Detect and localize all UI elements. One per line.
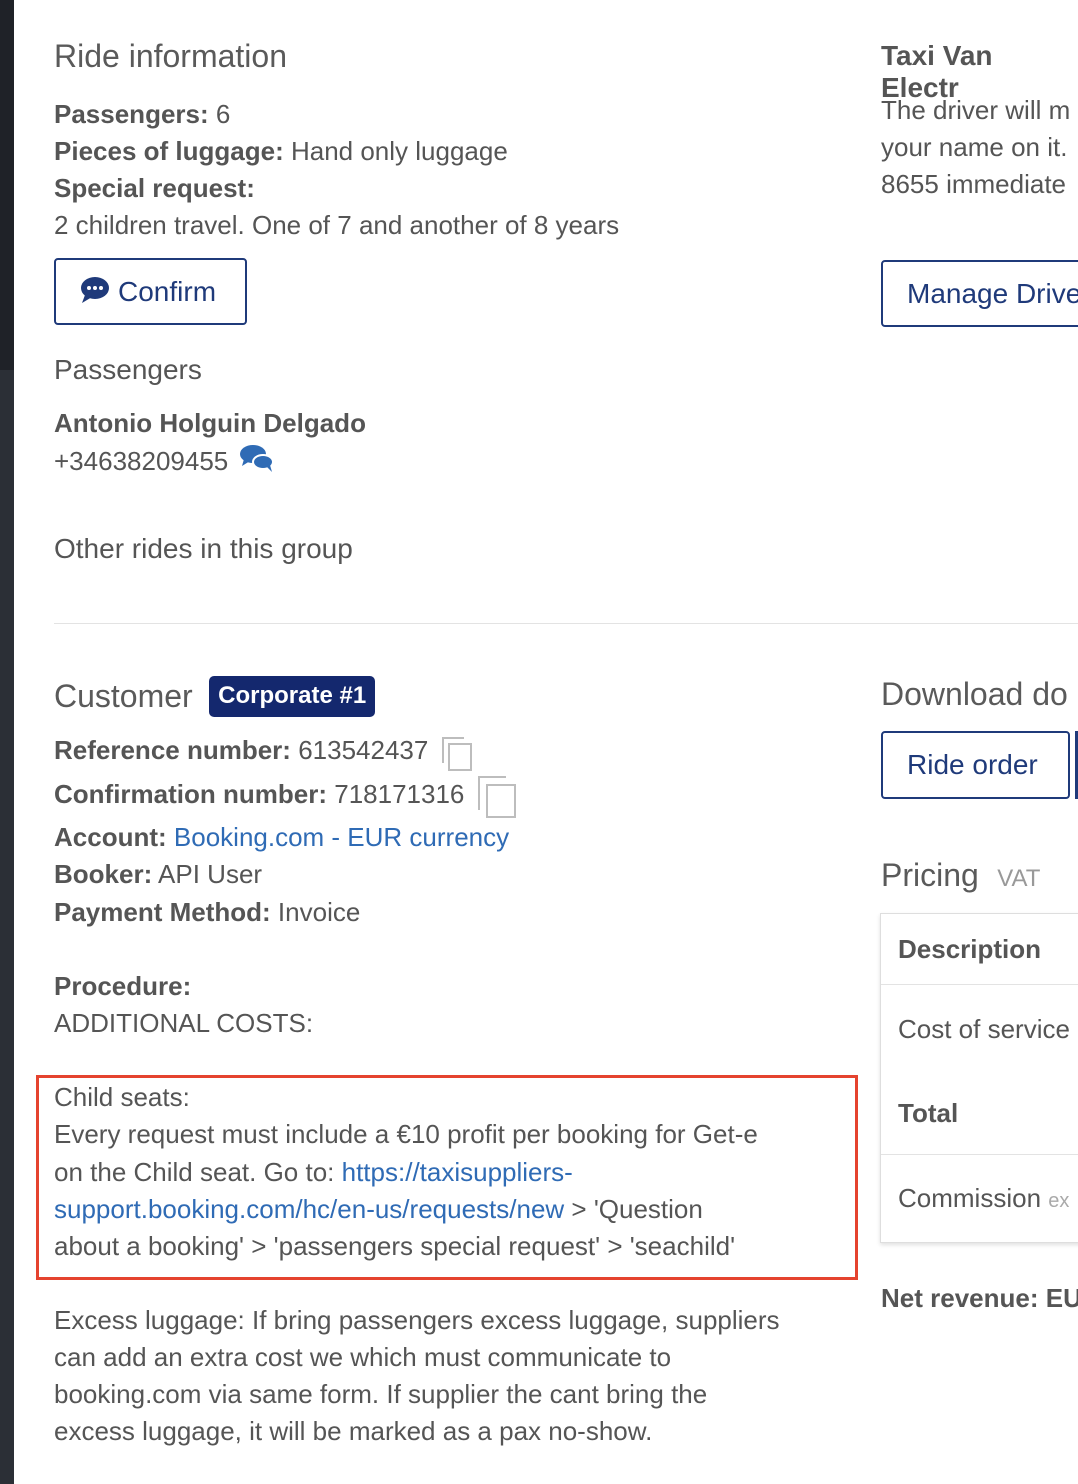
excess-luggage-line: can add an extra cost we which must comm…: [54, 1342, 672, 1372]
payment-label: Payment Method:: [54, 897, 271, 927]
commission-suffix: ex: [1048, 1190, 1070, 1212]
payment-row: Payment Method: Invoice: [54, 894, 360, 931]
reference-row: Reference number: 613542437: [54, 732, 472, 772]
passengers-count-row: Passengers: 6: [54, 96, 230, 133]
special-request-label: Special request:: [54, 173, 255, 203]
ride-info-title: Ride information: [54, 38, 287, 74]
table-header-description: Description: [898, 934, 1042, 964]
account-row: Account: Booking.com - EUR currency: [54, 819, 509, 856]
passengers-count-value: 6: [215, 99, 231, 129]
procedure-line: ADDITIONAL COSTS:: [54, 1008, 314, 1038]
excess-luggage-line: Excess luggage: If bring passengers exce…: [54, 1305, 780, 1335]
download-title: Download do: [881, 676, 1068, 712]
manage-driver-button[interactable]: Manage Drive: [881, 260, 1078, 327]
section-divider: [54, 623, 1078, 624]
customer-title: Customer: [54, 678, 193, 714]
total-label: Total: [898, 1098, 959, 1128]
table-row: Cost of service Total: [881, 985, 1078, 1155]
comments-icon[interactable]: [239, 443, 275, 483]
pricing-header: Pricing VAT: [881, 857, 1040, 894]
pricing-vat: VAT: [997, 865, 1041, 892]
pricing-table: Description Cost of service Total Commis…: [880, 913, 1078, 1243]
cost-of-service: Cost of service: [898, 1014, 1070, 1044]
luggage-row: Pieces of luggage: Hand only luggage: [54, 133, 508, 170]
excess-luggage-line: excess luggage, it will be marked as a p…: [54, 1416, 653, 1446]
commission-text: Commission: [898, 1183, 1042, 1213]
passengers-title: Passengers: [54, 354, 202, 385]
copy-icon[interactable]: [440, 735, 472, 772]
passenger-phone: +34638209455: [54, 446, 229, 476]
corporate-badge: Corporate #1: [209, 676, 376, 717]
account-link[interactable]: Booking.com - EUR currency: [174, 822, 509, 852]
commission-label: Commission ex: [898, 1183, 1069, 1214]
ride-order-button[interactable]: Ride order: [881, 731, 1070, 799]
confirm-button-label: Confirm: [118, 275, 217, 307]
luggage-value: Hand only luggage: [290, 136, 508, 166]
highlight-box: [36, 1075, 858, 1280]
sidebar-edge: [0, 0, 14, 1484]
excess-luggage-line: booking.com via same form. If supplier t…: [54, 1379, 708, 1409]
net-revenue: Net revenue: EU: [881, 1283, 1078, 1313]
table-row: Commission ex: [881, 1155, 1078, 1241]
pricing-title: Pricing: [881, 857, 979, 893]
payment-value: Invoice: [277, 897, 361, 927]
booker-row: Booker: API User: [54, 856, 262, 893]
other-rides-title: Other rides in this group: [54, 533, 353, 564]
procedure-label: Procedure:: [54, 971, 192, 1001]
reference-label: Reference number:: [54, 735, 291, 765]
booker-value: API User: [158, 859, 263, 889]
confirmation-label: Confirmation number:: [54, 778, 327, 809]
confirmation-value: 718171316: [334, 778, 465, 809]
account-label: Account:: [54, 822, 167, 852]
luggage-label: Pieces of luggage:: [54, 136, 284, 166]
table-header-row: Description: [881, 914, 1078, 985]
driver-info-line: your name on it.: [881, 132, 1068, 162]
copy-icon[interactable]: [476, 774, 518, 818]
special-request-value: 2 children travel. One of 7 and another …: [54, 210, 620, 240]
chat-bubble-icon: [80, 276, 110, 311]
passenger-phone-row: +34638209455: [54, 443, 275, 483]
passengers-count-label: Passengers:: [54, 99, 209, 129]
booker-label: Booker:: [54, 859, 153, 889]
confirm-button[interactable]: Confirm: [54, 258, 247, 325]
confirmation-row: Confirmation number: 718171316: [54, 774, 518, 818]
driver-info-line: The driver will m: [881, 95, 1071, 125]
passenger-name: Antonio Holguin Delgado: [54, 408, 366, 438]
driver-info-line: 8655 immediate: [881, 169, 1066, 199]
reference-value: 613542437: [298, 735, 429, 765]
customer-header: Customer Corporate #1: [54, 676, 376, 717]
